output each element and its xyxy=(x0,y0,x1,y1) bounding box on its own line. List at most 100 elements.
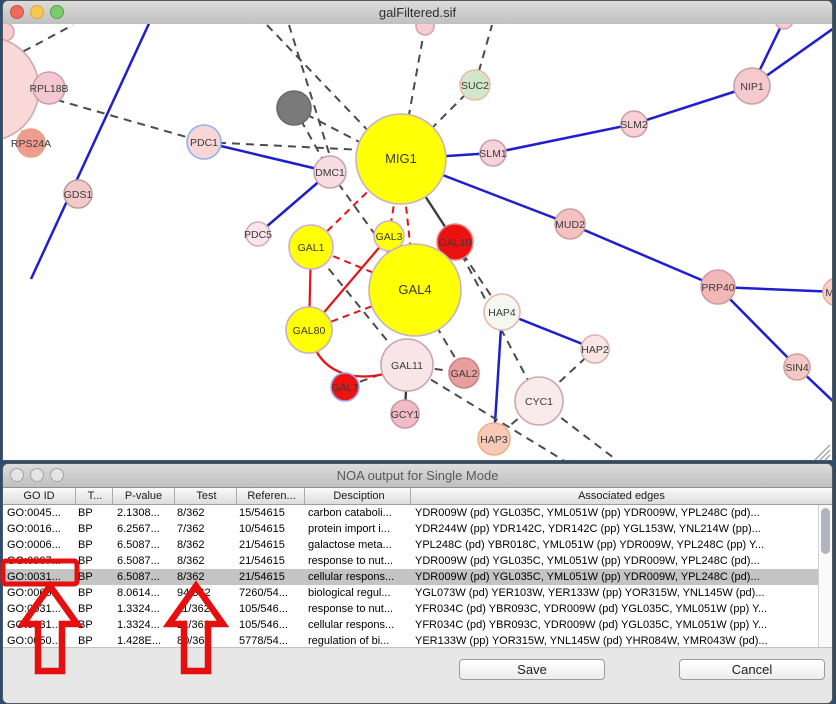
graph-node-GAL7[interactable]: GAL7 xyxy=(331,373,359,401)
table-cell: BP xyxy=(76,617,113,633)
table-cell: BP xyxy=(76,521,113,537)
svg-text:GAL11: GAL11 xyxy=(391,360,423,372)
cancel-button[interactable]: Cancel xyxy=(679,659,825,680)
table-cell: 11/362 xyxy=(175,617,237,633)
table-cell: 8/362 xyxy=(175,537,237,553)
graph-node-GCY1[interactable]: GCY1 xyxy=(391,400,420,428)
table-cell: GO:0016... xyxy=(3,521,76,537)
svg-text:HAP2: HAP2 xyxy=(581,344,609,356)
save-button[interactable]: Save xyxy=(459,659,605,680)
table-row[interactable]: GO:0065...BP8.0614...94/3627260/54...bio… xyxy=(3,585,818,601)
graph-node-SLM1[interactable]: SLM1 xyxy=(479,140,507,166)
table-cell: response to nut... xyxy=(305,601,411,617)
graph-node-RPS24A[interactable]: RPS24A xyxy=(11,129,51,157)
table-cell: 7/362 xyxy=(175,521,237,537)
graph-node-GAL80[interactable]: GAL80 xyxy=(286,307,332,353)
svg-text:CYC1: CYC1 xyxy=(525,396,553,408)
table-cell: GO:0007... xyxy=(3,553,76,569)
network-graph: RPL18B RPS24A GDS1 PDC1 MIG1 DMC1 SUC2 SLM1 SLM2… xyxy=(3,24,832,460)
column-header-1[interactable]: T... xyxy=(76,488,113,504)
table-cell: YFR034C (pd) YBR093C, YDR009W (pd) YGL03… xyxy=(411,617,818,633)
svg-text:NIP1: NIP1 xyxy=(740,81,764,93)
svg-text:GAL3: GAL3 xyxy=(376,231,403,243)
graph-node-NIP1[interactable]: NIP1 xyxy=(734,68,770,104)
table-row[interactable]: GO:0045...BP2.1308...8/36215/54615carbon… xyxy=(3,505,818,521)
table-cell: 10/54615 xyxy=(237,521,305,537)
window-title: NOA output for Single Mode xyxy=(3,464,832,487)
svg-text:SLM1: SLM1 xyxy=(479,148,507,160)
column-header-2[interactable]: P-value xyxy=(113,488,175,504)
table-body: GO:0045...BP2.1308...8/36215/54615carbon… xyxy=(3,505,832,650)
table-header: GO IDT...P-valueTestReferen...Desciption… xyxy=(3,488,832,505)
graph-node-node-topmid[interactable] xyxy=(416,24,434,35)
table-cell: GO:0031... xyxy=(3,617,76,633)
table-cell: 11/362 xyxy=(175,601,237,617)
table-cell: GO:0006... xyxy=(3,537,76,553)
graph-node-node-topright[interactable] xyxy=(775,24,793,29)
table-cell: YFR034C (pd) YBR093C, YDR009W (pd) YGL03… xyxy=(411,601,818,617)
network-canvas[interactable]: RPL18B RPS24A GDS1 PDC1 MIG1 DMC1 SUC2 SLM1 SLM2… xyxy=(3,24,832,460)
table-cell: GO:0065... xyxy=(3,585,76,601)
resize-grip-icon[interactable] xyxy=(815,445,830,460)
graph-edge-blue xyxy=(493,124,634,153)
table-row[interactable]: GO:0007...BP6.5087...8/36221/54615respon… xyxy=(3,553,818,569)
column-header-3[interactable]: Test xyxy=(175,488,237,504)
graph-edge-blue xyxy=(31,24,152,279)
graph-node-PDC1[interactable]: PDC1 xyxy=(187,125,221,159)
column-header-5[interactable]: Desciption xyxy=(305,488,411,504)
table-cell: GO:0045... xyxy=(3,505,76,521)
column-header-4[interactable]: Referen... xyxy=(237,488,305,504)
table-cell: YDR009W (pd) YGL035C, YML051W (pp) YDR00… xyxy=(411,569,818,585)
table-cell: YDR009W (pd) YGL035C, YML051W (pp) YDR00… xyxy=(411,505,818,521)
vertical-scrollbar[interactable] xyxy=(818,505,832,650)
table-cell: 6.5087... xyxy=(113,553,175,569)
scrollbar-thumb[interactable] xyxy=(821,508,830,554)
svg-text:PDC1: PDC1 xyxy=(190,137,218,149)
graph-node-MUD2[interactable]: MUD2 xyxy=(555,209,585,239)
graph-node-MIG1[interactable]: MIG1 xyxy=(356,114,446,204)
graph-node-SIN4[interactable]: SIN4 xyxy=(784,354,810,380)
graph-node-CYC1[interactable]: CYC1 xyxy=(515,377,563,425)
table-cell: biological regul... xyxy=(305,585,411,601)
table-row-selected[interactable]: GO:0031...BP6.5087...8/36221/54615cellul… xyxy=(3,569,818,585)
graph-node-GDS1[interactable]: GDS1 xyxy=(64,180,93,208)
table-row[interactable]: GO:0031...BP1.3324...11/362105/546...cel… xyxy=(3,617,818,633)
graph-node-MSN[interactable]: MSN xyxy=(823,278,832,306)
column-header-0[interactable]: GO ID xyxy=(3,488,76,504)
graph-edge-blue xyxy=(204,142,330,172)
svg-text:GAL10: GAL10 xyxy=(439,237,472,249)
graph-node-GAL2[interactable]: GAL2 xyxy=(449,358,479,388)
svg-text:RPL18B: RPL18B xyxy=(29,83,68,95)
svg-text:SUC2: SUC2 xyxy=(461,80,489,92)
graph-node-node-gray[interactable] xyxy=(277,91,311,125)
table-row[interactable]: GO:0016...BP6.2567...7/36210/54615protei… xyxy=(3,521,818,537)
graph-node-SLM2[interactable]: SLM2 xyxy=(620,111,648,137)
table-cell: 1.3324... xyxy=(113,601,175,617)
graph-node-GAL1[interactable]: GAL1 xyxy=(289,225,333,269)
graph-node-HAP3[interactable]: HAP3 xyxy=(478,423,510,455)
network-titlebar[interactable]: galFiltered.sif xyxy=(3,1,832,25)
table-cell: carbon cataboli... xyxy=(305,505,411,521)
graph-node-GAL4[interactable]: GAL4 xyxy=(369,244,461,336)
graph-node-GAL11[interactable]: GAL11 xyxy=(381,339,433,391)
graph-node-SUC2[interactable]: SUC2 xyxy=(460,70,490,100)
noa-titlebar[interactable]: NOA output for Single Mode xyxy=(3,464,832,488)
window-title: galFiltered.sif xyxy=(3,1,832,24)
table-cell: 15/54615 xyxy=(237,505,305,521)
svg-text:PDC5: PDC5 xyxy=(244,229,272,241)
graph-node-PRP40[interactable]: PRP40 xyxy=(701,270,735,304)
table-rows: GO:0045...BP2.1308...8/36215/54615carbon… xyxy=(3,505,818,650)
graph-node-node-corner[interactable] xyxy=(3,24,14,41)
table-row[interactable]: GO:0006...BP6.5087...8/36221/54615galact… xyxy=(3,537,818,553)
table-row[interactable]: GO:0031...BP1.3324...11/362105/546...res… xyxy=(3,601,818,617)
graph-node-HAP4[interactable]: HAP4 xyxy=(484,294,520,330)
svg-text:HAP3: HAP3 xyxy=(480,434,508,446)
column-header-6[interactable]: Associated edges xyxy=(411,488,832,504)
svg-text:GAL7: GAL7 xyxy=(332,382,359,394)
svg-text:GAL80: GAL80 xyxy=(293,325,326,337)
svg-text:MIG1: MIG1 xyxy=(385,151,417,166)
graph-node-DMC1[interactable]: DMC1 xyxy=(314,156,346,188)
table-cell: YPL248C (pd) YBR018C, YML051W (pp) YDR00… xyxy=(411,537,818,553)
svg-text:MSN: MSN xyxy=(825,287,832,299)
graph-node-HAP2[interactable]: HAP2 xyxy=(581,335,609,363)
